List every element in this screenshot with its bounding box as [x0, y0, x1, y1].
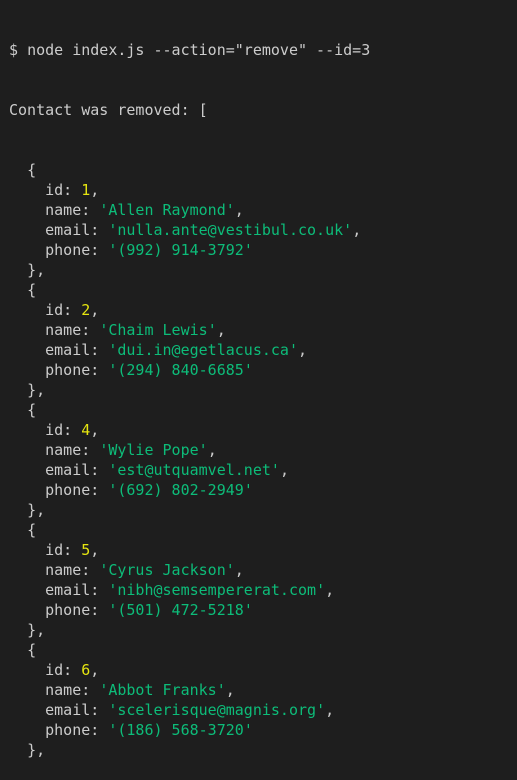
name-label: name:: [45, 561, 91, 579]
contact-list: { id: 1, name: 'Allen Raymond', email: '…: [9, 160, 517, 760]
email-value: 'nulla.ante@vestibul.co.uk': [108, 221, 353, 239]
close-brace: },: [27, 501, 46, 519]
phone-field: phone: '(692) 802-2949': [9, 480, 517, 500]
close-brace: },: [27, 381, 46, 399]
email-value: 'dui.in@egetlacus.ca': [108, 341, 298, 359]
email-field: email: 'dui.in@egetlacus.ca',: [45, 341, 308, 359]
phone-label: phone:: [45, 601, 100, 619]
close-brace: },: [27, 621, 46, 639]
command-line: $ node index.js --action="remove" --id=3: [9, 40, 517, 60]
close-brace: },: [27, 741, 46, 759]
contact-entry: { id: 5, name: 'Cyrus Jackson', email: '…: [9, 520, 517, 640]
name-value: 'Chaim Lewis': [99, 321, 217, 339]
id-value: 6: [81, 661, 91, 679]
email-label: email:: [45, 701, 100, 719]
open-brace: {: [27, 521, 37, 539]
name-field: name: 'Chaim Lewis',: [45, 321, 226, 339]
id-value: 4: [81, 421, 91, 439]
phone-label: phone:: [45, 241, 100, 259]
email-value: 'est@utquamvel.net': [108, 461, 280, 479]
open-brace: {: [27, 281, 37, 299]
contact-entry: { id: 6, name: 'Abbot Franks', email: 's…: [9, 640, 517, 760]
id-label: id:: [45, 421, 73, 439]
name-field: name: 'Abbot Franks',: [45, 681, 235, 699]
email-field: email: 'nulla.ante@vestibul.co.uk',: [45, 221, 362, 239]
name-value: 'Abbot Franks': [99, 681, 226, 699]
name-label: name:: [45, 201, 91, 219]
email-label: email:: [45, 221, 100, 239]
id-field: id: 2,: [45, 301, 100, 319]
phone-field: phone: '(501) 472-5218': [9, 600, 517, 620]
name-field: name: 'Wylie Pope',: [45, 441, 217, 459]
terminal-output[interactable]: $ node index.js --action="remove" --id=3…: [0, 0, 517, 759]
phone-field: phone: '(294) 840-6685': [9, 360, 517, 380]
id-label: id:: [45, 541, 73, 559]
id-value: 5: [81, 541, 91, 559]
phone-value: '(186) 568-3720': [108, 721, 253, 739]
name-value: 'Wylie Pope': [99, 441, 208, 459]
contact-entry: { id: 4, name: 'Wylie Pope', email: 'est…: [9, 400, 517, 520]
name-value: 'Allen Raymond': [99, 201, 235, 219]
open-brace: {: [27, 401, 37, 419]
open-brace: {: [27, 161, 37, 179]
id-field: id: 6,: [45, 661, 100, 679]
name-label: name:: [45, 321, 91, 339]
email-label: email:: [45, 461, 100, 479]
email-field: email: 'scelerisque@magnis.org',: [45, 701, 335, 719]
id-value: 2: [81, 301, 91, 319]
id-field: id: 5,: [45, 541, 100, 559]
open-brace: {: [27, 641, 37, 659]
contact-entry: { id: 1, name: 'Allen Raymond', email: '…: [9, 160, 517, 280]
result-header: Contact was removed: [: [9, 101, 208, 119]
id-label: id:: [45, 181, 73, 199]
email-value: 'scelerisque@magnis.org': [108, 701, 326, 719]
phone-value: '(692) 802-2949': [108, 481, 253, 499]
id-field: id: 4,: [45, 421, 100, 439]
name-field: name: 'Allen Raymond',: [45, 201, 244, 219]
id-label: id:: [45, 661, 73, 679]
phone-value: '(294) 840-6685': [108, 361, 253, 379]
name-label: name:: [45, 681, 91, 699]
phone-label: phone:: [45, 721, 100, 739]
phone-value: '(501) 472-5218': [108, 601, 253, 619]
name-label: name:: [45, 441, 91, 459]
id-field: id: 1,: [45, 181, 100, 199]
close-brace: },: [27, 261, 46, 279]
prompt-symbol: $: [9, 41, 19, 59]
phone-field: phone: '(992) 914-3792': [9, 240, 517, 260]
email-field: email: 'nibh@semsempererat.com',: [45, 581, 335, 599]
contact-entry: { id: 2, name: 'Chaim Lewis', email: 'du…: [9, 280, 517, 400]
phone-field: phone: '(186) 568-3720': [9, 720, 517, 740]
phone-label: phone:: [45, 481, 100, 499]
command-text: node index.js --action="remove" --id=3: [27, 41, 371, 59]
email-field: email: 'est@utquamvel.net',: [45, 461, 289, 479]
email-value: 'nibh@semsempererat.com': [108, 581, 326, 599]
email-label: email:: [45, 341, 100, 359]
name-value: 'Cyrus Jackson': [99, 561, 235, 579]
phone-value: '(992) 914-3792': [108, 241, 253, 259]
id-label: id:: [45, 301, 73, 319]
email-label: email:: [45, 581, 100, 599]
phone-label: phone:: [45, 361, 100, 379]
id-value: 1: [81, 181, 91, 199]
name-field: name: 'Cyrus Jackson',: [45, 561, 244, 579]
